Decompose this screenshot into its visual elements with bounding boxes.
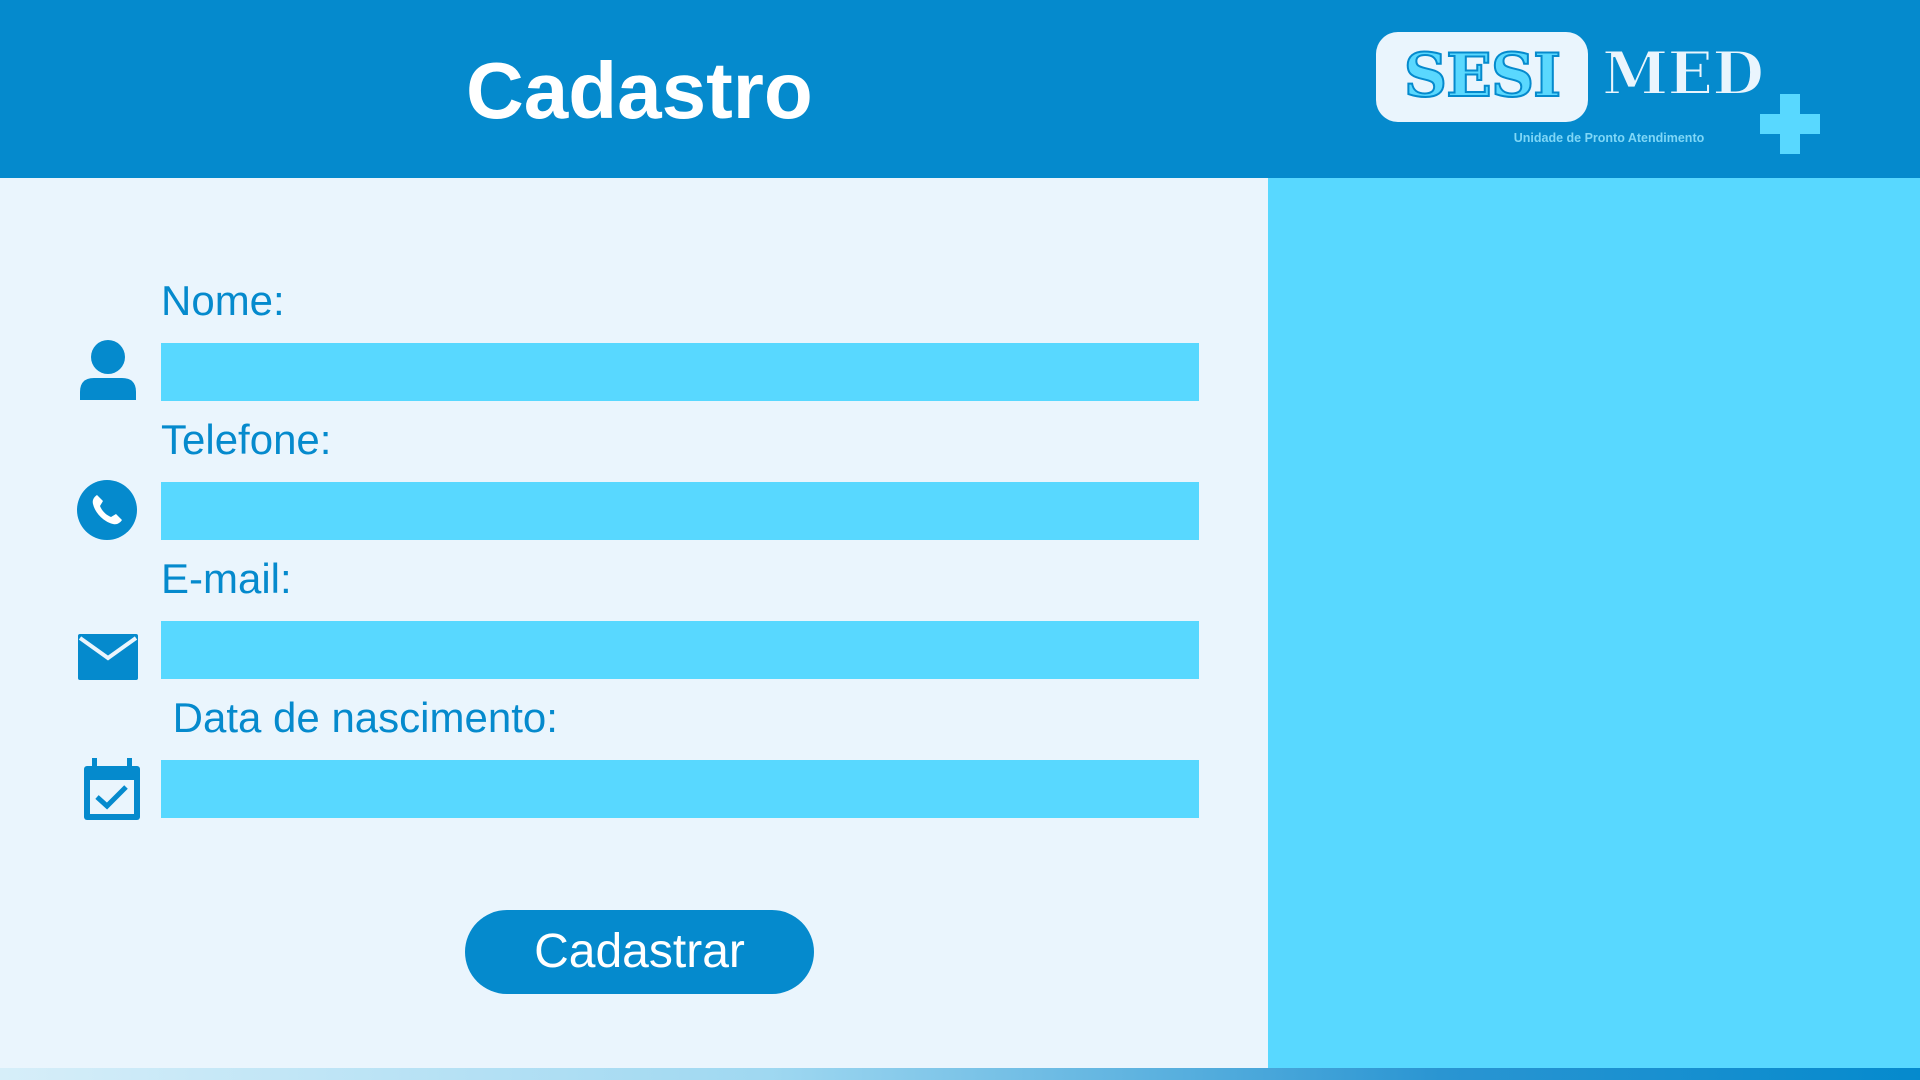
header-bar: Cadastro SESI MED Unidade de Pronto Aten… (0, 0, 1920, 178)
logo-med-text: MED (1601, 39, 1765, 109)
name-label: Nome: (161, 277, 285, 324)
birthdate-label: Data de nascimento: (161, 694, 558, 741)
user-icon (80, 340, 136, 400)
calendar-check-icon (84, 758, 140, 820)
sesimed-logo: SESI MED Unidade de Pronto Atendimento (1374, 30, 1824, 160)
phone-label: Telefone: (161, 416, 332, 463)
page-title: Cadastro (466, 46, 813, 135)
right-panel (1268, 178, 1920, 1068)
birthdate-input[interactable] (161, 760, 1199, 818)
name-input[interactable] (161, 343, 1199, 401)
bottom-gradient-strip (0, 1068, 1920, 1080)
phone-input[interactable] (161, 482, 1199, 540)
email-label: E-mail: (161, 555, 292, 602)
registration-page: Cadastro SESI MED Unidade de Pronto Aten… (0, 0, 1920, 1080)
plus-icon (1760, 94, 1820, 154)
register-button[interactable]: Cadastrar (465, 910, 814, 994)
email-input[interactable] (161, 621, 1199, 679)
logo-subtitle: Unidade de Pronto Atendimento (1513, 131, 1705, 145)
logo-sesi-text: SESI (1403, 41, 1562, 111)
envelope-icon (78, 634, 138, 680)
phone-icon (77, 480, 137, 540)
